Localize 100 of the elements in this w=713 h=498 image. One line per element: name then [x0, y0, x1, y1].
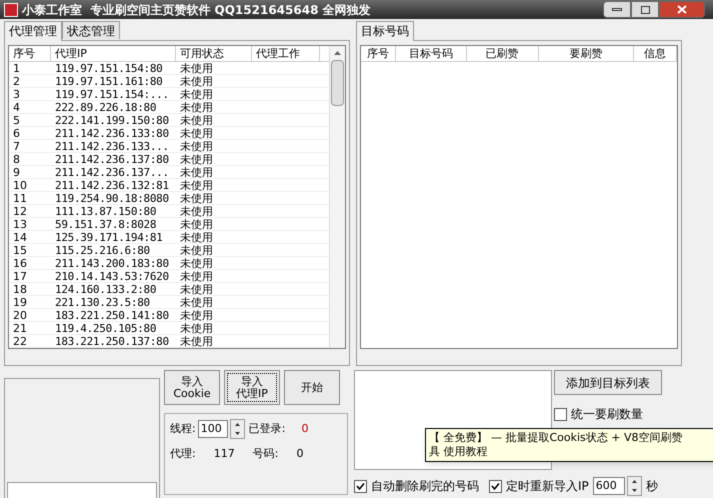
table-cell-text: 未使用: [179, 296, 214, 308]
table-cell-text: 222.89.226.18:80: [54, 101, 158, 113]
maximize-button[interactable]: [631, 1, 659, 18]
table-cell-text: 13: [12, 218, 28, 230]
table-cell-text: 9: [12, 166, 21, 178]
checkbox[interactable]: [354, 480, 367, 492]
table-cell-text: 未使用: [179, 192, 214, 204]
table-cell-text: 未使用: [179, 335, 214, 347]
table-cell-text: 12: [12, 205, 28, 217]
close-button[interactable]: [659, 1, 705, 18]
table-cell-text: 124.160.133.2:80: [54, 283, 158, 295]
action-button[interactable]: 开始: [284, 370, 340, 405]
unit-label: 秒: [646, 478, 658, 495]
table-cell-text: 119.97.151.154:80: [54, 62, 164, 74]
checkbox[interactable]: [554, 408, 567, 420]
numbers-count: 0: [296, 446, 304, 462]
table-cell-text: 2: [12, 75, 21, 87]
column-header[interactable]: 已刷赞: [466, 46, 539, 61]
scroll-thumb[interactable]: [331, 60, 344, 106]
table-cell-text: 119.254.90.18:8080: [54, 192, 170, 204]
interval-field[interactable]: 600: [592, 477, 625, 495]
proxy-label: 代理:: [170, 446, 196, 462]
table-cell-text: 未使用: [179, 166, 214, 178]
table-cell-text: 211.142.236.137:80: [54, 153, 170, 165]
table-cell-text: 未使用: [179, 257, 214, 269]
table-cell-text: 18: [12, 283, 28, 295]
column-header[interactable]: 信息: [634, 46, 678, 61]
table-cell-text: 未使用: [179, 309, 214, 321]
spin-buttons[interactable]: [626, 476, 642, 496]
scrollbar[interactable]: [329, 46, 345, 348]
checkbox[interactable]: [489, 480, 502, 492]
table-cell-text: 211.142.236.137...: [54, 166, 170, 178]
table-cell-text: 211.142.236.133:80: [54, 127, 170, 139]
table-cell-text: 未使用: [179, 75, 214, 87]
table-cell-text: 59.151.37.8:8028: [54, 218, 158, 230]
proxy-count: 117: [214, 446, 235, 462]
table-cell-text: 211.143.200.183:80: [54, 257, 170, 269]
table-cell-text: 19: [12, 296, 28, 308]
table-cell-text: 115.25.216.6:80: [54, 244, 151, 256]
column-header[interactable]: 目标号码: [396, 46, 467, 61]
table-cell-text: 119.97.151.161:80: [54, 75, 164, 87]
table-cell-text: 未使用: [179, 153, 214, 165]
checkbox-label: 统一要刷数量: [571, 406, 643, 423]
logged-in-count: 0: [301, 420, 308, 437]
table-cell-text: 未使用: [179, 62, 214, 74]
table-cell-text: 未使用: [179, 127, 214, 139]
table-cell-text: 15: [12, 244, 28, 256]
table-cell-text: 16: [12, 257, 28, 269]
table-cell-text: 未使用: [179, 114, 214, 126]
table-cell-text: 未使用: [179, 179, 214, 191]
table-cell-text: 211.142.236.132:81: [54, 179, 170, 191]
table-cell-text: 221.130.23.5:80: [54, 296, 151, 308]
action-button[interactable]: 导入 Cookie: [164, 370, 220, 405]
table-cell-text: 183.221.250.137:80: [54, 335, 170, 347]
table-cell-text: 22: [12, 335, 28, 347]
table-cell-text: 21: [12, 322, 28, 334]
add-to-target-button[interactable]: 添加到目标列表: [554, 370, 662, 395]
table-cell-text: 3: [12, 88, 21, 100]
table-cell-text: 未使用: [179, 218, 214, 230]
app-icon: [4, 2, 18, 16]
table-cell-text: 未使用: [179, 88, 214, 100]
checkbox-label: 定时重新导入IP: [506, 478, 589, 495]
table-cell-text: 222.141.199.150:80: [54, 114, 170, 126]
minimize-button[interactable]: [603, 1, 631, 18]
checkbox-label: 自动删除刷完的号码: [371, 478, 479, 495]
table-cell-text: 未使用: [179, 231, 214, 243]
table-cell-text: 111.13.87.150:80: [54, 205, 158, 217]
table-cell-text: 10: [12, 179, 28, 191]
threads-field[interactable]: 100: [198, 420, 228, 438]
table-cell-text: 未使用: [179, 283, 214, 295]
table-cell-text: 1: [12, 62, 21, 74]
tab[interactable]: 目标号码: [356, 21, 414, 41]
column-header[interactable]: 序号: [361, 46, 396, 61]
tab[interactable]: 代理管理: [4, 21, 62, 41]
table-cell-text: 211.142.236.133...: [54, 140, 170, 152]
table-cell-text: 20: [12, 309, 28, 321]
action-button[interactable]: 导入 代理IP: [224, 370, 280, 405]
table-cell-text: 210.14.143.53:7620: [54, 270, 170, 282]
table-cell-text: 119.4.250.105:80: [54, 322, 158, 334]
threads-label: 线程:: [170, 420, 196, 437]
table-cell-text: 未使用: [179, 322, 214, 334]
spin-buttons[interactable]: [230, 419, 245, 439]
table-cell-text: 未使用: [179, 270, 214, 282]
tooltip-text: 具 使用教程: [429, 445, 488, 459]
table-cell-text: 未使用: [179, 101, 214, 113]
table-cell-text: 8: [12, 153, 21, 165]
tooltip-text: 【 全免费】 — 批量提取Cookis状态 + V8空间刷赞: [429, 431, 684, 445]
window-title: 小泰工作室 专业刷空间主页赞软件 QQ1521645648 全网独发: [22, 2, 371, 18]
scroll-up-icon[interactable]: [334, 51, 341, 55]
table-cell-text: 4: [12, 101, 21, 113]
table-cell-text: 未使用: [179, 205, 214, 217]
table-cell-text: 11: [12, 192, 28, 204]
table-cell-text: 119.97.151.154:...: [54, 88, 170, 100]
tab[interactable]: 状态管理: [62, 21, 120, 39]
table-cell-text: 未使用: [179, 140, 214, 152]
text-area[interactable]: [7, 482, 157, 498]
table-cell-text: 6: [12, 127, 21, 139]
table-cell-text: 7: [12, 140, 21, 152]
close-icon: [677, 5, 687, 14]
column-header[interactable]: 要刷赞: [538, 46, 634, 61]
